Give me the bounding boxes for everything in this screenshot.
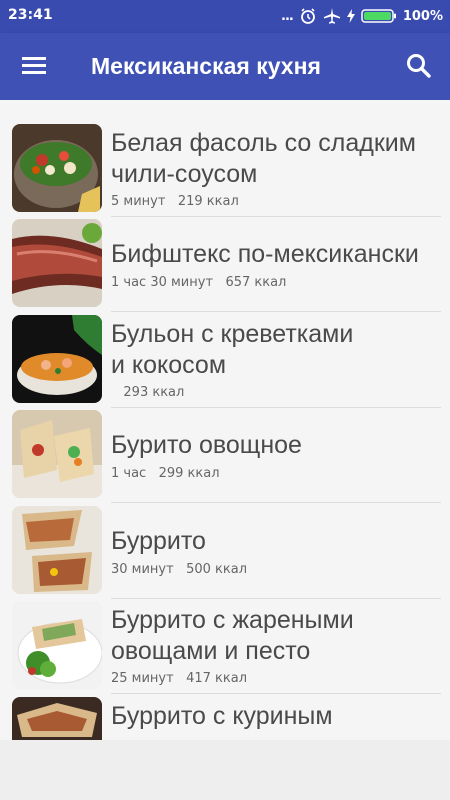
battery-icon <box>361 9 396 23</box>
status-bar: 23:41 ... 100% <box>0 0 450 33</box>
recipe-meta: 30 минут 500 ккал <box>111 562 247 577</box>
recipe-calories: 500 ккал <box>186 562 248 577</box>
list-item[interactable]: Буррито с жареными овощами и песто 25 ми… <box>0 601 450 696</box>
recipe-thumbnail <box>12 410 102 498</box>
divider <box>111 311 441 312</box>
recipe-thumbnail <box>12 124 102 212</box>
menu-button[interactable] <box>20 53 50 81</box>
list-item[interactable]: Бифштекс по-мексикански 1 час 30 минут 6… <box>0 219 450 314</box>
divider <box>111 598 441 599</box>
recipe-calories: 293 ккал <box>123 385 185 400</box>
recipe-calories: 417 ккал <box>186 671 248 686</box>
recipe-title: Бурито овощное <box>111 431 302 459</box>
divider <box>111 693 441 694</box>
divider <box>111 502 441 503</box>
recipe-thumbnail <box>12 219 102 307</box>
list-item[interactable]: Буррито с куриным <box>0 697 450 740</box>
status-time: 23:41 <box>8 7 53 23</box>
alarm-icon <box>300 8 315 24</box>
recipe-thumbnail <box>12 697 102 740</box>
charging-icon <box>346 9 355 23</box>
more-dots-icon: ... <box>281 8 294 24</box>
list-item[interactable]: Буррито 30 минут 500 ккал <box>0 506 450 601</box>
recipe-title: Бифштекс по-мексикански <box>111 240 419 268</box>
recipe-list[interactable]: Белая фасоль со сладким чили-соусом 5 ми… <box>0 100 450 740</box>
recipe-meta: 1 час 299 ккал <box>111 466 220 481</box>
recipe-calories: 299 ккал <box>158 466 220 481</box>
divider <box>111 216 441 217</box>
recipe-title: Буррито с куриным <box>111 702 333 730</box>
recipe-meta: 293 ккал <box>111 385 184 400</box>
search-button[interactable] <box>404 51 434 81</box>
list-item[interactable]: Белая фасоль со сладким чили-соусом 5 ми… <box>0 124 450 219</box>
recipe-calories: 657 ккал <box>225 275 287 290</box>
list-item[interactable]: Бульон с креветками и кокосом 293 ккал <box>0 315 450 410</box>
recipe-title: Буррито <box>111 527 206 555</box>
app-bar: Мексиканская кухня <box>0 33 450 100</box>
airplane-icon <box>323 8 340 24</box>
page-title: Мексиканская кухня <box>91 53 321 79</box>
recipe-time: 1 час <box>111 466 147 481</box>
recipe-time: 30 минут <box>111 562 174 577</box>
recipe-title: Белая фасоль со сладким чили-соусом <box>111 129 416 188</box>
recipe-title: Бульон с креветками и кокосом <box>111 320 354 379</box>
status-icons: ... 100% <box>281 7 443 25</box>
recipe-meta: 1 час 30 минут 657 ккал <box>111 275 286 290</box>
battery-level: 100% <box>402 8 443 24</box>
recipe-thumbnail <box>12 601 102 689</box>
recipe-time: 25 минут <box>111 671 174 686</box>
recipe-calories: 219 ккал <box>177 194 239 209</box>
search-icon <box>407 54 431 78</box>
recipe-meta: 25 минут 417 ккал <box>111 671 247 686</box>
recipe-time: 5 минут <box>111 194 166 209</box>
recipe-title: Буррито с жареными овощами и песто <box>111 606 354 665</box>
recipe-meta: 5 минут 219 ккал <box>111 194 239 209</box>
divider <box>111 407 441 408</box>
list-item[interactable]: Бурито овощное 1 час 299 ккал <box>0 410 450 505</box>
recipe-thumbnail <box>12 315 102 403</box>
recipe-thumbnail <box>12 506 102 594</box>
recipe-time: 1 час 30 минут <box>111 275 214 290</box>
